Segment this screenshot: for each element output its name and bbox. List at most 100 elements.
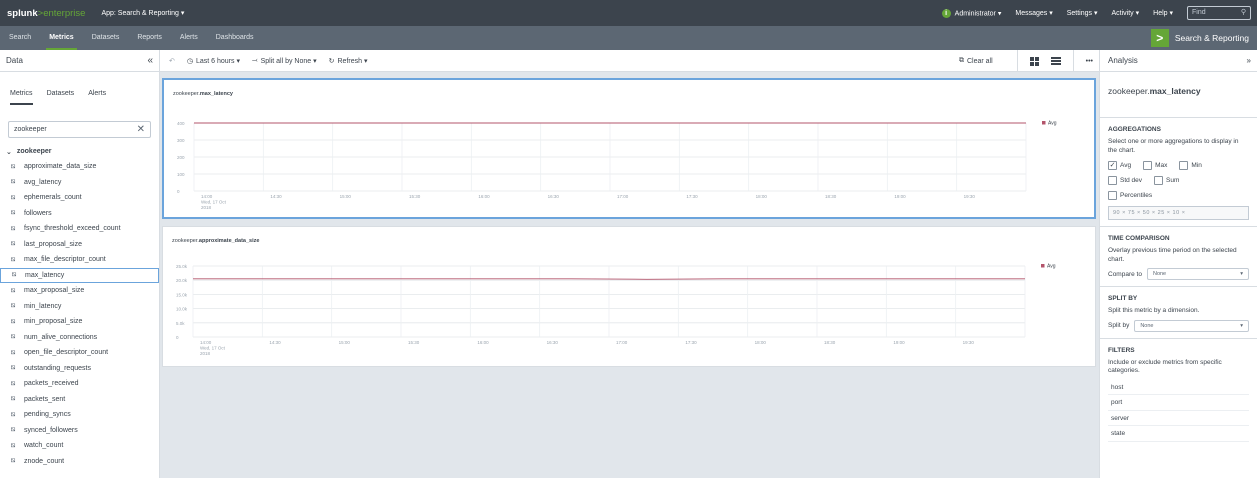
caret-down-icon: ▾	[1240, 322, 1243, 329]
metric-item[interactable]: ⧅ open_file_descriptor_count	[0, 345, 159, 361]
stddev-label: Std dev	[1120, 177, 1143, 184]
list-view-icon[interactable]	[1050, 57, 1061, 65]
filter-item-port[interactable]: port	[1108, 395, 1249, 411]
metric-icon: ⧅	[11, 457, 16, 465]
checkbox-box	[1154, 176, 1164, 185]
nav-reports[interactable]: Reports	[128, 26, 171, 50]
collapse-left-icon[interactable]: «	[147, 55, 153, 66]
metric-item[interactable]: ⧅ min_latency	[0, 299, 159, 315]
metric-item[interactable]: ⧅ watch_count	[0, 438, 159, 454]
metric-item[interactable]: ⧅ znode_count	[0, 454, 159, 470]
toolbar-right: ⧉ Clear all •••	[959, 50, 1093, 72]
nav-alerts[interactable]: Alerts	[171, 26, 207, 50]
selected-metric-prefix: zookeeper.	[1108, 86, 1150, 96]
nav-metrics[interactable]: Metrics	[40, 26, 83, 50]
filter-item-server[interactable]: server	[1108, 411, 1249, 426]
metric-item[interactable]: ⧅ packets_sent	[0, 392, 159, 408]
data-panel-header: Data «	[0, 50, 159, 72]
max-checkbox[interactable]: Max	[1143, 161, 1167, 170]
expand-right-icon[interactable]: »	[1247, 56, 1251, 65]
filters-desc: Include or exclude metrics from specific…	[1108, 358, 1222, 375]
split-all-label: Split all by None ▾	[260, 57, 317, 65]
top-right-menus: i Administrator ▾ Messages ▾ Settings ▾ A…	[941, 0, 1251, 26]
undo-button[interactable]: ↶	[169, 57, 175, 65]
x-tick-label: 17:00	[617, 194, 629, 199]
split-by-section: SPLIT BY Split this metric by a dimensio…	[1100, 287, 1257, 339]
tab-datasets[interactable]: Datasets	[47, 90, 75, 105]
metric-item[interactable]: ⧅ followers	[0, 206, 159, 222]
x-tick-label-line: 17:30	[686, 194, 698, 199]
chart-card-max-latency[interactable]: zookeeper.max_latency 400 300 200 100 0 14:00…	[162, 78, 1096, 219]
more-options-icon[interactable]: •••	[1086, 58, 1093, 65]
chart-card-approximate-data-size[interactable]: zookeeper.approximate_data_size 25.0k 20.…	[162, 226, 1096, 367]
x-tick-label-line: 19:30	[963, 340, 975, 345]
clear-all-label: Clear all	[966, 57, 993, 65]
metric-item[interactable]: ⧅ max_latency	[0, 267, 159, 283]
y-tick-label: 0	[176, 335, 179, 340]
splunk-logo[interactable]: splunk>enterprise	[7, 8, 85, 19]
percentiles-checkbox[interactable]: Percentiles	[1108, 191, 1152, 200]
aggregations-section: AGGREGATIONS Select one or more aggregat…	[1100, 118, 1257, 227]
settings-menu[interactable]: Settings ▾	[1067, 9, 1098, 17]
find-input[interactable]: Find ⚲	[1187, 6, 1251, 20]
nav-datasets[interactable]: Datasets	[83, 26, 129, 50]
avg-checkbox[interactable]: ✓ Avg	[1108, 161, 1131, 170]
tab-alerts[interactable]: Alerts	[88, 90, 106, 105]
metric-item[interactable]: ⧅ fsync_threshold_exceed_count	[0, 221, 159, 237]
clear-search-icon[interactable]: ✕	[137, 124, 145, 135]
metric-item[interactable]: ⧅ max_proposal_size	[0, 283, 159, 299]
filter-item-host[interactable]: host	[1108, 380, 1249, 395]
checkbox-box	[1179, 161, 1189, 170]
split-all-dropdown[interactable]: ⤙ Split all by None ▾	[252, 57, 317, 65]
metric-item[interactable]: ⧅ packets_received	[0, 376, 159, 392]
refresh-dropdown[interactable]: ↻ Refresh ▾	[329, 57, 368, 65]
x-tick-label-line: 17:00	[617, 194, 629, 199]
clock-icon: ◷	[186, 57, 193, 65]
compare-to-select[interactable]: None ▾	[1146, 268, 1249, 280]
metric-item-label: approximate_data_size	[24, 163, 97, 171]
metric-item-label: fsync_threshold_exceed_count	[24, 225, 121, 233]
app-brand[interactable]: > Search & Reporting	[1150, 26, 1249, 50]
filter-item-state[interactable]: state	[1108, 426, 1249, 442]
split-by-select[interactable]: None ▾	[1134, 319, 1249, 332]
tab-metrics[interactable]: Metrics	[10, 90, 33, 105]
stddev-checkbox[interactable]: Std dev	[1108, 176, 1142, 185]
clear-all-button[interactable]: ⧉ Clear all	[959, 57, 993, 65]
metric-item[interactable]: ⧅ num_alive_connections	[0, 330, 159, 346]
metric-item[interactable]: ⧅ ephemerals_count	[0, 190, 159, 206]
min-checkbox[interactable]: Min	[1179, 161, 1202, 170]
nav-dashboards[interactable]: Dashboards	[207, 26, 263, 50]
top-bar: splunk>enterprise App: Search & Reportin…	[0, 0, 1257, 26]
metric-search-input[interactable]: zookeeper ✕	[8, 121, 151, 138]
metric-item[interactable]: ⧅ pending_syncs	[0, 407, 159, 423]
percentiles-input[interactable]: 90 × 75 × 50 × 25 × 10 ×	[1108, 206, 1249, 220]
grid-view-icon[interactable]	[1029, 56, 1039, 66]
metric-item[interactable]: ⧅ outstanding_requests	[0, 361, 159, 377]
aggregations-desc: Select one or more aggregations to displ…	[1108, 138, 1239, 154]
checkbox-box	[1108, 176, 1117, 185]
metric-item[interactable]: ⧅ approximate_data_size	[0, 159, 159, 175]
app-menu[interactable]: App: Search & Reporting ▾	[101, 9, 184, 17]
messages-menu[interactable]: Messages ▾	[1015, 9, 1052, 17]
x-tick-label-line: 2018	[200, 351, 211, 356]
metric-item[interactable]: ⧅ max_file_descriptor_count	[0, 252, 159, 268]
metric-item[interactable]: ⧅ min_proposal_size	[0, 314, 159, 330]
activity-menu[interactable]: Activity ▾	[1112, 9, 1140, 17]
x-tick-label-line: 17:00	[616, 340, 628, 345]
info-icon: i	[941, 8, 951, 18]
admin-menu[interactable]: i Administrator ▾	[941, 8, 1001, 18]
metric-item[interactable]: ⧅ avg_latency	[0, 175, 159, 191]
metric-group-zookeeper[interactable]: ⌄ zookeeper	[0, 148, 159, 156]
metric-item-label: num_alive_connections	[24, 333, 98, 341]
chevron-down-icon: ⌄	[6, 149, 12, 156]
time-range-picker[interactable]: ◷ Last 6 hours ▾	[187, 57, 240, 65]
sum-checkbox[interactable]: Sum	[1154, 176, 1179, 185]
metric-item-label: avg_latency	[24, 178, 62, 186]
metric-item[interactable]: ⧅ last_proposal_size	[0, 237, 159, 253]
metric-item[interactable]: ⧅ synced_followers	[0, 423, 159, 439]
x-tick-label-line: 17:30	[685, 340, 697, 345]
nav-search[interactable]: Search	[0, 26, 40, 50]
x-tick-label: 17:00	[616, 340, 628, 345]
help-menu[interactable]: Help ▾	[1153, 9, 1173, 17]
legend-swatch	[1042, 121, 1046, 125]
